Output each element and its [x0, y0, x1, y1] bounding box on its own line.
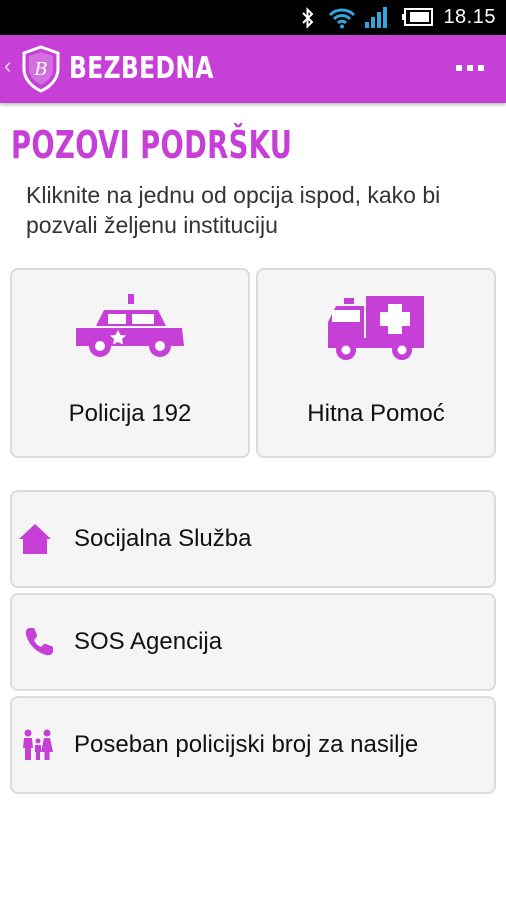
list-item-sos-agency[interactable]: SOS Agencija — [10, 593, 496, 691]
intro-text: Kliknite na jednu od opcija ispod, kako … — [26, 182, 441, 238]
list-item-label: SOS Agencija — [74, 628, 223, 655]
ambulance-tile[interactable]: Hitna Pomoć — [256, 268, 496, 458]
ambulance-icon — [328, 296, 424, 360]
police-tile[interactable]: Policija 192 — [10, 268, 250, 458]
page-title: POZOVI PODRŠKU — [11, 123, 293, 167]
list-item-label: Poseban policijski broj za nasilje — [74, 731, 419, 758]
app-logo-shield-icon[interactable]: B — [20, 45, 62, 93]
overflow-menu-icon[interactable] — [456, 65, 484, 71]
bluetooth-icon — [302, 7, 314, 29]
house-icon — [19, 524, 51, 554]
list-item-label: Socijalna Služba — [74, 525, 252, 552]
status-time: 18.15 — [443, 6, 496, 28]
battery-icon — [402, 8, 433, 26]
back-chevron-icon[interactable]: ‹ — [4, 55, 11, 77]
police-label: Policija 192 — [68, 400, 192, 427]
status-bar: 18.15 — [0, 0, 506, 35]
app-bar: ‹ B BEZBEDNA — [0, 35, 506, 103]
police-car-icon — [76, 294, 184, 357]
logo-letter: B — [33, 59, 47, 80]
list-item-special-police-number[interactable]: Poseban policijski broj za nasilje — [10, 696, 496, 794]
wifi-icon — [328, 8, 356, 29]
family-icon — [23, 729, 53, 760]
phone-icon — [25, 628, 53, 656]
ambulance-label: Hitna Pomoć — [307, 400, 445, 427]
app-title: BEZBEDNA — [69, 51, 214, 86]
list-item-social-service[interactable]: Socijalna Služba — [10, 490, 496, 588]
signal-icon — [365, 7, 387, 28]
